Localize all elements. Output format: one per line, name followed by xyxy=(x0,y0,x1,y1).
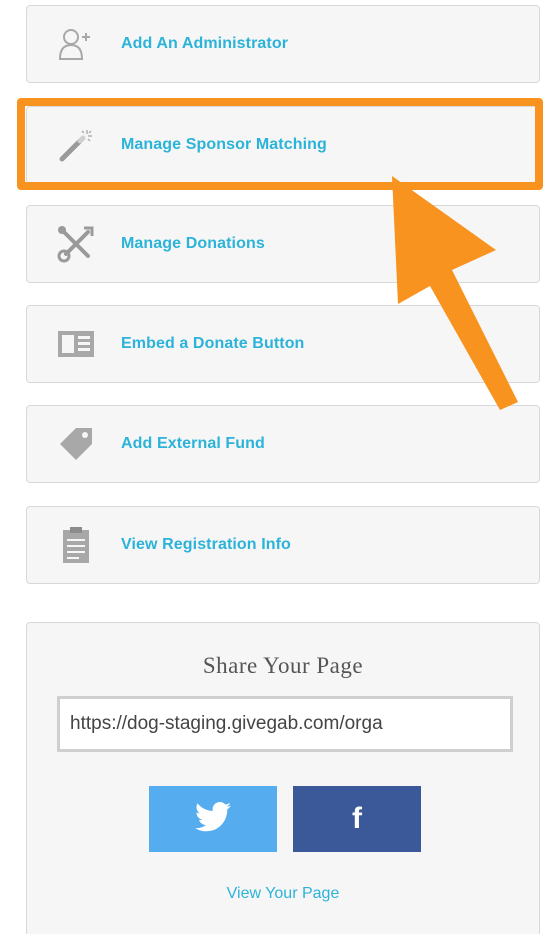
view-registration-info-button[interactable]: View Registration Info xyxy=(26,506,540,584)
facebook-share-button[interactable]: f xyxy=(293,786,421,852)
sidebar-actions-panel: Add An Administrator Manage Sponsor Matc… xyxy=(0,0,546,934)
share-url-field[interactable] xyxy=(57,696,513,752)
view-registration-info-label: View Registration Info xyxy=(121,536,291,553)
share-title: Share Your Page xyxy=(202,653,364,678)
embed-donate-button[interactable]: Embed a Donate Button xyxy=(26,305,540,383)
add-external-fund-button[interactable]: Add External Fund xyxy=(26,405,540,483)
add-user-icon xyxy=(53,21,99,67)
manage-sponsor-matching-label: Manage Sponsor Matching xyxy=(121,136,327,153)
share-page-card: Share Your Page f View Your Page xyxy=(26,622,540,934)
embed-donate-label: Embed a Donate Button xyxy=(121,335,305,352)
add-administrator-button[interactable]: Add An Administrator xyxy=(26,5,540,83)
manage-donations-label: Manage Donations xyxy=(121,235,265,252)
manage-donations-button[interactable]: Manage Donations xyxy=(26,205,540,283)
add-external-fund-label: Add External Fund xyxy=(121,435,265,452)
view-your-page-link[interactable]: View Your Page xyxy=(27,885,539,903)
embed-icon xyxy=(53,321,99,367)
tools-icon xyxy=(53,221,99,267)
magic-wand-icon xyxy=(53,122,99,168)
facebook-icon: f xyxy=(352,802,362,835)
tag-icon xyxy=(53,421,99,467)
manage-sponsor-matching-button[interactable]: Manage Sponsor Matching xyxy=(26,106,540,184)
add-administrator-label: Add An Administrator xyxy=(121,35,289,52)
clipboard-icon xyxy=(53,522,99,568)
twitter-share-button[interactable] xyxy=(149,786,277,852)
twitter-icon xyxy=(195,801,231,837)
